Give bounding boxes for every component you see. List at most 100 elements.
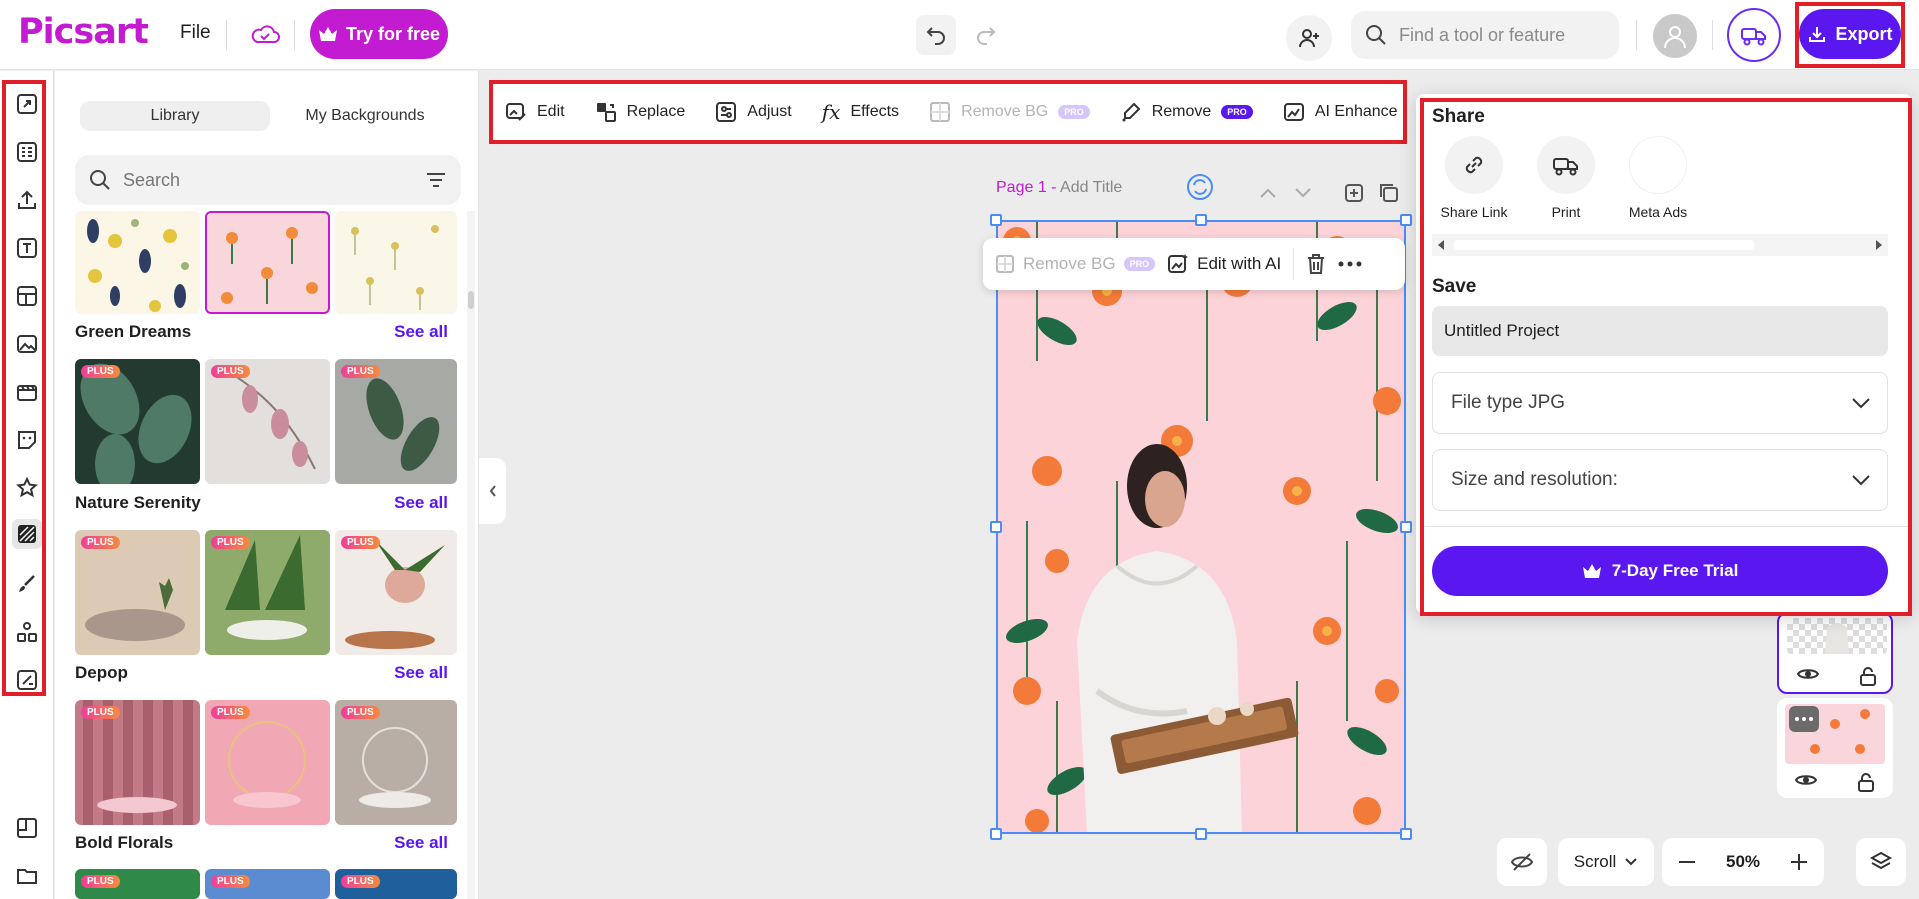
print-shop-button[interactable]: [1727, 8, 1781, 62]
meta-ads-option[interactable]: Meta Ads: [1608, 136, 1708, 220]
filter-icon[interactable]: [425, 169, 447, 191]
size-resolution-dropdown[interactable]: Size and resolution:: [1432, 449, 1888, 511]
tool-search[interactable]: [1351, 11, 1619, 59]
background-thumbnail[interactable]: PLUS: [205, 359, 330, 484]
divider: [1293, 248, 1295, 280]
chevron-left-icon: [489, 485, 496, 497]
background-thumbnail[interactable]: PLUS: [75, 530, 200, 655]
canvas-artboard[interactable]: [997, 221, 1405, 833]
resize-handle[interactable]: [1400, 828, 1412, 840]
design-tools-icon[interactable]: [12, 813, 42, 843]
context-remove-bg-label: Remove BG: [1023, 254, 1116, 273]
unlock-icon[interactable]: [1859, 666, 1877, 686]
page-title-input[interactable]: Add Title: [1060, 179, 1122, 196]
background-thumbnail[interactable]: [75, 211, 200, 314]
plus-badge: PLUS: [81, 706, 120, 719]
see-all-link[interactable]: See all: [394, 322, 448, 342]
file-menu[interactable]: File: [180, 22, 211, 44]
eye-icon[interactable]: [1797, 666, 1819, 682]
scroll-thumb[interactable]: [1454, 240, 1754, 250]
resize-handle[interactable]: [1400, 521, 1412, 533]
background-thumbnail[interactable]: PLUS: [205, 700, 330, 825]
context-edit-with-ai[interactable]: Edit with AI: [1167, 253, 1281, 275]
see-all-link[interactable]: See all: [394, 493, 448, 513]
add-user-icon: [1299, 29, 1319, 48]
background-thumbnail[interactable]: PLUS: [205, 869, 330, 899]
background-thumbnail[interactable]: PLUS: [75, 700, 200, 825]
zoom-out-icon[interactable]: [1678, 860, 1696, 864]
context-remove-bg[interactable]: Remove BG PRO: [995, 254, 1156, 274]
add-page-icon[interactable]: [1341, 180, 1367, 206]
background-thumbnail[interactable]: PLUS: [335, 359, 457, 484]
background-thumbnail[interactable]: PLUS: [335, 530, 457, 655]
view-mode-select[interactable]: Scroll: [1558, 838, 1654, 886]
layer-item[interactable]: [1777, 698, 1893, 798]
avatar[interactable]: [1653, 14, 1697, 58]
divider: [1420, 526, 1908, 527]
project-name-field[interactable]: Untitled Project: [1432, 306, 1888, 356]
background-thumbnail[interactable]: PLUS: [205, 530, 330, 655]
tab-my-backgrounds[interactable]: My Backgrounds: [270, 101, 460, 131]
background-thumbnail[interactable]: PLUS: [75, 869, 200, 899]
unlock-icon[interactable]: [1857, 772, 1875, 792]
background-thumbnail[interactable]: PLUS: [335, 869, 457, 899]
meta-icon: [1629, 136, 1687, 194]
context-more[interactable]: [1338, 261, 1362, 267]
library-search-input[interactable]: [123, 169, 403, 191]
layer-more-button[interactable]: [1789, 706, 1819, 732]
try-for-free-button[interactable]: Try for free: [310, 9, 448, 59]
context-toolbar: Remove BG PRO Edit with AI: [983, 238, 1405, 290]
invite-user-button[interactable]: [1286, 15, 1332, 61]
background-thumbnail[interactable]: PLUS: [335, 700, 457, 825]
background-thumbnail[interactable]: [335, 211, 457, 314]
file-type-dropdown[interactable]: File type JPG: [1432, 372, 1888, 434]
page-up-icon[interactable]: [1255, 180, 1281, 206]
share-scrollbar[interactable]: [1432, 234, 1888, 256]
zoom-in-icon[interactable]: [1790, 853, 1808, 871]
scroll-left-icon[interactable]: [1436, 239, 1446, 251]
library-search[interactable]: [75, 155, 461, 205]
remove-bg-icon: [996, 255, 1014, 273]
hide-toggle[interactable]: [1497, 838, 1547, 886]
folder-icon[interactable]: [12, 861, 42, 891]
cloud-sync-icon[interactable]: [248, 18, 282, 52]
resize-handle[interactable]: [990, 828, 1002, 840]
layer-item[interactable]: [1777, 612, 1893, 694]
panel-scrollbar[interactable]: [467, 211, 475, 899]
eye-icon[interactable]: [1795, 772, 1817, 788]
more-icon: [1338, 261, 1362, 267]
see-all-link[interactable]: See all: [394, 833, 448, 853]
zoom-level[interactable]: 50%: [1726, 852, 1760, 872]
undo-button[interactable]: [916, 15, 956, 55]
see-all-link[interactable]: See all: [394, 663, 448, 683]
share-heading: Share: [1432, 106, 1485, 127]
tab-library[interactable]: Library: [80, 101, 270, 131]
background-thumbnail-selected[interactable]: [205, 211, 330, 314]
divider: [1712, 20, 1713, 50]
print-option[interactable]: Print: [1516, 136, 1616, 220]
layers-icon: [1869, 851, 1893, 870]
file-type-label: File type JPG: [1451, 392, 1566, 413]
scroll-thumb[interactable]: [468, 291, 474, 309]
background-thumbnail[interactable]: PLUS: [75, 359, 200, 484]
free-trial-button[interactable]: 7-Day Free Trial: [1432, 546, 1888, 596]
resize-handle[interactable]: [990, 214, 1002, 226]
picsart-logo[interactable]: Picsart: [18, 12, 149, 52]
redo-button[interactable]: [966, 15, 1006, 55]
scroll-right-icon[interactable]: [1874, 239, 1884, 251]
page-down-icon[interactable]: [1290, 180, 1316, 206]
share-link-option[interactable]: Share Link: [1424, 136, 1524, 220]
collapse-panel-button[interactable]: [479, 458, 506, 524]
context-delete[interactable]: [1306, 253, 1326, 275]
refresh-icon[interactable]: [1185, 172, 1215, 207]
resize-handle[interactable]: [1195, 214, 1207, 226]
resize-handle[interactable]: [1400, 214, 1412, 226]
duplicate-page-icon[interactable]: [1376, 180, 1402, 206]
resize-handle[interactable]: [990, 521, 1002, 533]
tool-search-input[interactable]: [1399, 24, 1599, 46]
export-button[interactable]: Export: [1799, 9, 1901, 59]
person-cutout: [1077, 444, 1299, 833]
top-bar: Picsart File Try for free: [0, 0, 1919, 70]
resize-handle[interactable]: [1195, 828, 1207, 840]
layers-button[interactable]: [1856, 838, 1906, 886]
